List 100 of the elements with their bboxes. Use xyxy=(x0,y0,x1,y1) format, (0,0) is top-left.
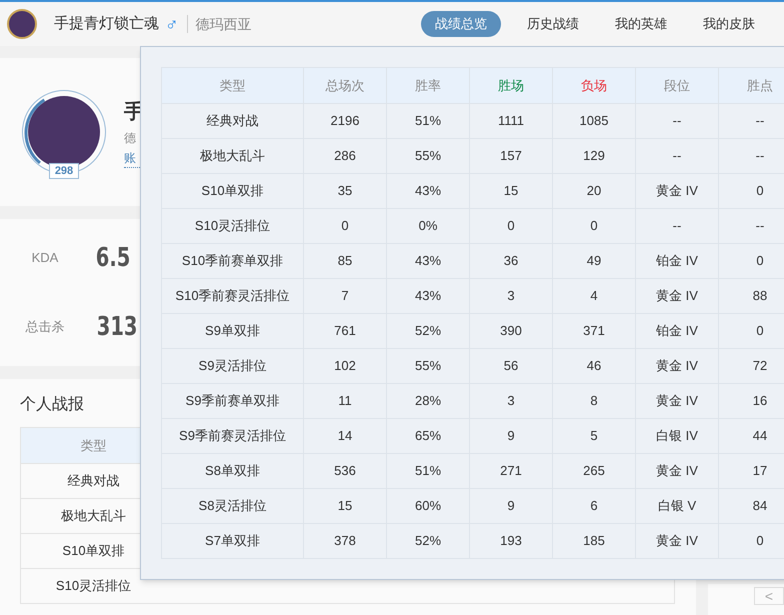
table-cell: 102 xyxy=(304,348,386,384)
table-cell: 265 xyxy=(552,454,636,488)
stat-value: 6.5 xyxy=(96,242,130,274)
table-cell: 黄金 IV xyxy=(636,384,718,418)
table-cell: S8单双排 xyxy=(162,454,304,488)
table-cell: 1085 xyxy=(552,104,636,138)
table-cell: 3 xyxy=(470,384,552,418)
table-cell: 经典对战 xyxy=(162,104,304,138)
report-title: 个人战报 xyxy=(20,396,84,413)
table-cell: 3 xyxy=(470,278,552,314)
gender-symbol: ♂ xyxy=(165,12,178,36)
table-cell: S10季前赛单双排 xyxy=(162,244,304,278)
table-cell: 193 xyxy=(470,524,552,558)
table-cell: 56 xyxy=(470,348,552,384)
table-cell: 378 xyxy=(304,524,386,558)
table-cell: 43% xyxy=(386,244,470,278)
table-cell: 20 xyxy=(552,174,636,208)
table-cell: 1111 xyxy=(470,104,552,138)
table-cell: 60% xyxy=(386,488,470,524)
table-cell: 15 xyxy=(304,488,386,524)
table-cell: 0% xyxy=(386,208,470,244)
column-header: 段位 xyxy=(636,68,718,104)
table-cell: 白银 V xyxy=(636,488,718,524)
table-cell: S9单双排 xyxy=(162,314,304,348)
table-cell: 65% xyxy=(386,418,470,454)
stat-label: 总击杀 xyxy=(24,318,66,336)
player-name: 手提青灯锁亡魂 xyxy=(54,14,159,34)
column-header: 胜场 xyxy=(470,68,552,104)
table-cell: 极地大乱斗 xyxy=(162,138,304,174)
table-cell: 4 xyxy=(552,278,636,314)
table-cell: S7单双排 xyxy=(162,524,304,558)
table-cell: S9季前赛灵活排位 xyxy=(162,418,304,454)
table-cell: 14 xyxy=(304,418,386,454)
table-cell: 白银 IV xyxy=(636,418,718,454)
table-cell: 271 xyxy=(470,454,552,488)
table-cell: 52% xyxy=(386,314,470,348)
table-cell: 0 xyxy=(470,208,552,244)
table-cell: 0 xyxy=(304,208,386,244)
table-cell: 286 xyxy=(304,138,386,174)
table-cell: 536 xyxy=(304,454,386,488)
column-header: 胜率 xyxy=(386,68,470,104)
table-cell: 35 xyxy=(304,174,386,208)
table-cell: S9季前赛单双排 xyxy=(162,384,304,418)
table-cell: -- xyxy=(636,104,718,138)
table-cell: 铂金 IV xyxy=(636,244,718,278)
ring-arc-icon xyxy=(24,98,46,164)
table-cell: 157 xyxy=(470,138,552,174)
table-cell: 36 xyxy=(470,244,552,278)
column-header: 负场 xyxy=(552,68,636,104)
nav-tab[interactable]: 历史战绩 xyxy=(517,11,589,37)
stat-label: KDA xyxy=(30,249,60,268)
column-header: 胜点 xyxy=(718,68,784,104)
column-header: 总场次 xyxy=(304,68,386,104)
table-cell: -- xyxy=(636,208,718,244)
level-badge: 298 xyxy=(48,163,80,179)
table-cell: 黄金 IV xyxy=(636,278,718,314)
table-cell: 黄金 IV xyxy=(636,174,718,208)
table-cell: 2196 xyxy=(304,104,386,138)
table-cell: 铂金 IV xyxy=(636,314,718,348)
profile-server: 德 xyxy=(124,130,137,146)
nav-tab[interactable]: 我的皮肤 xyxy=(693,11,765,37)
table-cell: 129 xyxy=(552,138,636,174)
table-cell: 46 xyxy=(552,348,636,384)
table-cell: S10灵活排位 xyxy=(162,208,304,244)
table-cell: 15 xyxy=(470,174,552,208)
table-cell: 28% xyxy=(386,384,470,418)
table-cell: 49 xyxy=(552,244,636,278)
avatar-placeholder xyxy=(7,9,37,39)
table-cell: 55% xyxy=(386,138,470,174)
table-cell: 51% xyxy=(386,104,470,138)
table-cell: 黄金 IV xyxy=(636,454,718,488)
table-cell: 5 xyxy=(552,418,636,454)
table-cell: S10季前赛灵活排位 xyxy=(162,278,304,314)
table-cell: S9灵活排位 xyxy=(162,348,304,384)
table-cell: 371 xyxy=(552,314,636,348)
table-cell: 9 xyxy=(470,488,552,524)
table-cell: 9 xyxy=(470,418,552,454)
table-cell: 85 xyxy=(304,244,386,278)
table-cell: 761 xyxy=(304,314,386,348)
table-cell: 51% xyxy=(386,454,470,488)
table-cell: 43% xyxy=(386,174,470,208)
table-cell: 11 xyxy=(304,384,386,418)
nav-tab[interactable]: 我的英雄 xyxy=(605,11,677,37)
table-cell: 390 xyxy=(470,314,552,348)
table-cell: 55% xyxy=(386,348,470,384)
table-cell: 185 xyxy=(552,524,636,558)
table-cell: 6 xyxy=(552,488,636,524)
table-cell: S8灵活排位 xyxy=(162,488,304,524)
column-header: 类型 xyxy=(162,68,304,104)
table-cell: 8 xyxy=(552,384,636,418)
table-cell: -- xyxy=(636,138,718,174)
table-cell: 52% xyxy=(386,524,470,558)
table-cell: 43% xyxy=(386,278,470,314)
stat-value: 313 xyxy=(96,310,138,344)
table-cell: S10单双排 xyxy=(162,174,304,208)
server-name: 德玛西亚 xyxy=(196,14,252,34)
table-cell: 黄金 IV xyxy=(636,348,718,384)
table-cell: 0 xyxy=(552,208,636,244)
table-cell: 黄金 IV xyxy=(636,524,718,558)
table-cell: 7 xyxy=(304,278,386,314)
